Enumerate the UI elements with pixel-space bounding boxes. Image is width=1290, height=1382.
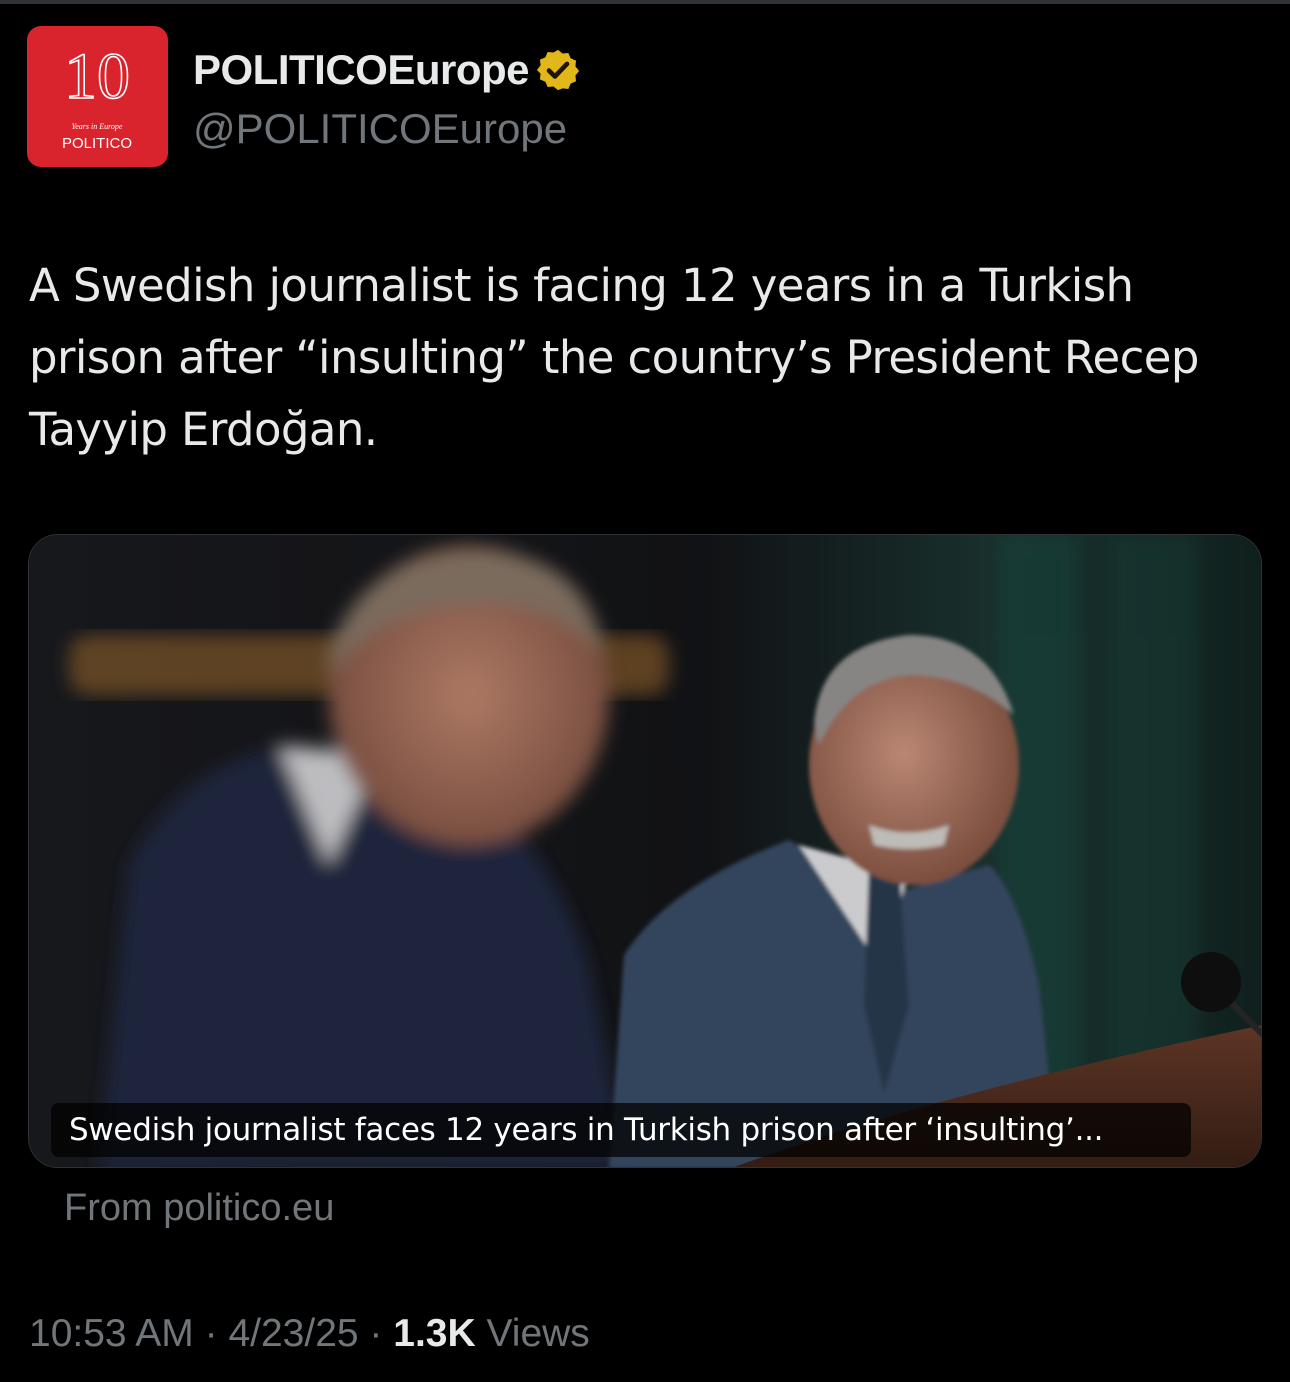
- link-card-source[interactable]: From politico.eu: [64, 1180, 334, 1236]
- avatar-tagline: Years in Europe: [72, 122, 123, 131]
- link-card[interactable]: Swedish journalist faces 12 years in Tur…: [28, 534, 1262, 1168]
- tweet-meta: 10:53 AM · 4/23/25 · 1.3K Views: [29, 1304, 590, 1364]
- meta-separator: ·: [358, 1312, 394, 1355]
- link-card-title: Swedish journalist faces 12 years in Tur…: [69, 1112, 1104, 1148]
- tweet-text: A Swedish journalist is facing 12 years …: [29, 259, 1199, 456]
- link-card-title-overlay: Swedish journalist faces 12 years in Tur…: [51, 1103, 1191, 1157]
- tweet-time[interactable]: 10:53 AM: [29, 1304, 194, 1364]
- avatar[interactable]: 10 Years in Europe POLITICO: [27, 26, 168, 167]
- link-card-image: [29, 535, 1261, 1167]
- author-row[interactable]: POLITICOEurope: [193, 44, 581, 96]
- views-label: Views: [475, 1312, 590, 1355]
- tweet-date[interactable]: 4/23/25: [228, 1304, 358, 1364]
- avatar-number: 10: [64, 40, 130, 113]
- display-name[interactable]: POLITICOEurope: [193, 44, 530, 96]
- meta-separator: ·: [193, 1312, 229, 1355]
- verified-badge-icon[interactable]: [535, 47, 581, 93]
- top-divider: [0, 0, 1290, 4]
- politico-logo-icon: 10 Years in Europe POLITICO: [27, 26, 168, 167]
- avatar-brand: POLITICO: [62, 135, 132, 152]
- views-count: 1.3K: [393, 1312, 476, 1355]
- handle[interactable]: @POLITICOEurope: [193, 103, 567, 155]
